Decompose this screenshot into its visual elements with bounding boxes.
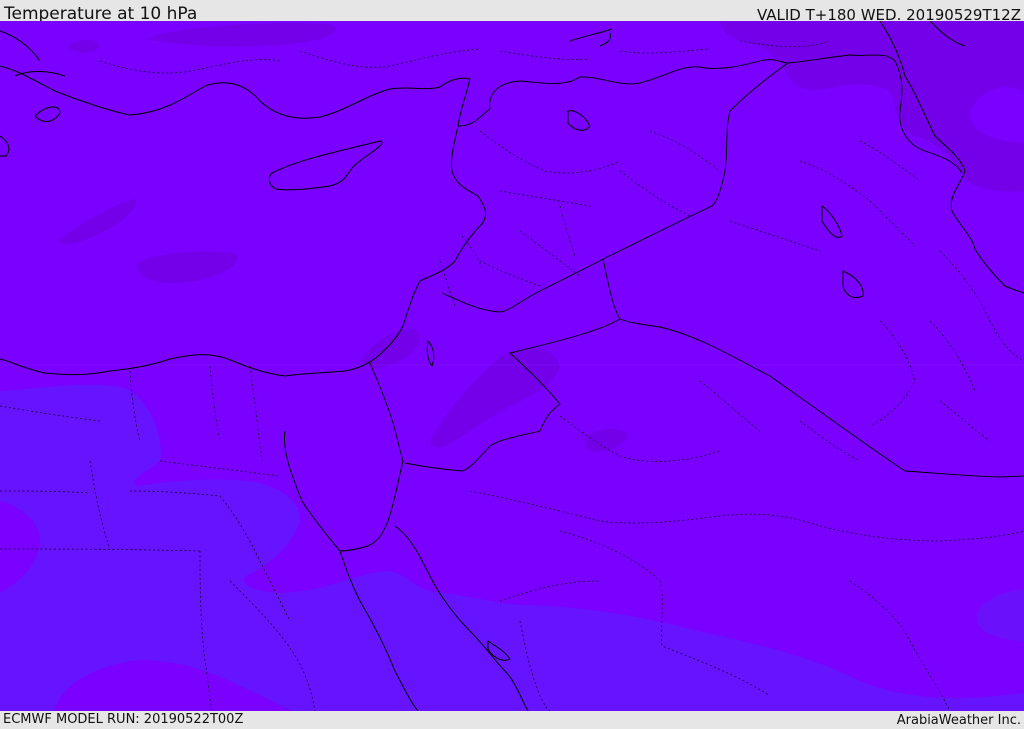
map-canvas [0,21,1024,711]
model-run-label: ECMWF MODEL RUN: 20190522T00Z [3,712,244,727]
credit-label: ArabiaWeather Inc. [896,713,1021,728]
temperature-map [0,21,1024,711]
